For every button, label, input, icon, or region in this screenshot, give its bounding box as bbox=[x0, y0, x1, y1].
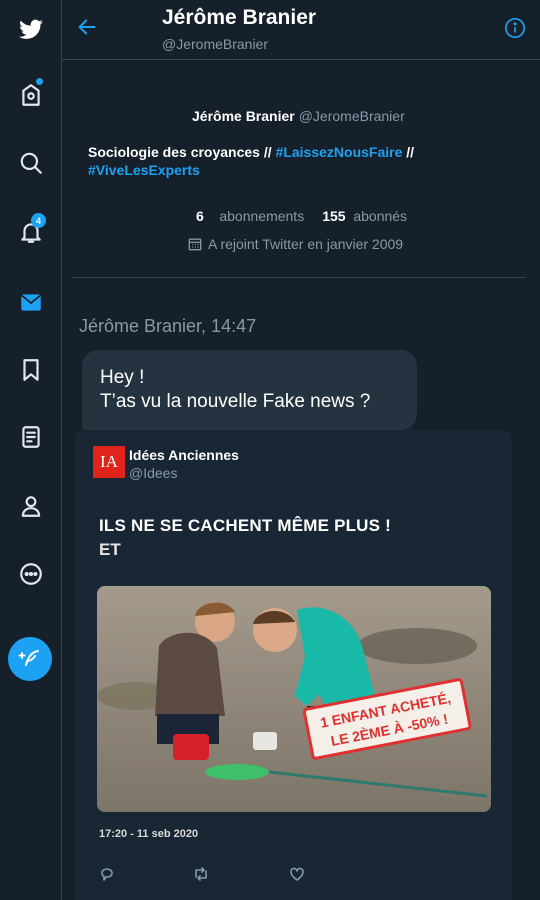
bookmark-icon[interactable] bbox=[0, 348, 62, 392]
compose-tweet-button[interactable] bbox=[8, 637, 52, 681]
shared-tweet-author[interactable]: Idées Anciennes bbox=[129, 447, 239, 463]
shared-tweet-card[interactable]: IA Idées Anciennes @Idees ILS NE SE CACH… bbox=[75, 430, 512, 900]
notification-count-badge: 4 bbox=[31, 213, 46, 228]
shared-tweet-timestamp: 17:20 - 11 seb 2020 bbox=[99, 828, 199, 840]
message-line: T’as vu la nouvelle Fake news ? bbox=[100, 391, 371, 412]
back-arrow-icon bbox=[78, 19, 96, 35]
message-sender-time: Jérôme Branier, 14:47 bbox=[79, 316, 257, 336]
sidebar-nav: 4 bbox=[0, 0, 62, 900]
followers-link[interactable]: 155 abonnés bbox=[322, 208, 407, 224]
shared-tweet-subtitle: ET bbox=[99, 540, 121, 559]
lists-icon[interactable] bbox=[0, 415, 62, 459]
conversation-panel: Jérôme Branier @JeromeBranier Jérôme Bra… bbox=[62, 0, 540, 900]
back-button[interactable] bbox=[76, 16, 104, 44]
following-link[interactable]: 6 abonnements bbox=[196, 208, 304, 224]
joined-text: A rejoint Twitter en janvier 2009 bbox=[208, 236, 404, 252]
following-count: 6 bbox=[196, 208, 204, 224]
followers-count: 155 bbox=[322, 208, 346, 224]
more-options-icon[interactable] bbox=[0, 552, 62, 596]
hashtag-link[interactable]: #ViveLesExperts bbox=[88, 162, 200, 178]
idees-anciennes-logo: IA bbox=[93, 446, 125, 478]
info-icon bbox=[505, 18, 525, 38]
calendar-icon bbox=[188, 238, 202, 251]
tweet-photo[interactable]: 1 ENFANT ACHETÉ, LE 2ÈME À -50% ! bbox=[97, 586, 491, 812]
messages-envelope-icon[interactable] bbox=[0, 280, 62, 324]
shared-tweet-title: ILS NE SE CACHENT MÊME PLUS ! bbox=[99, 516, 391, 535]
compose-feather-icon bbox=[18, 650, 39, 666]
retweet-button[interactable] bbox=[193, 866, 211, 884]
profile-bio: Sociologie des croyances // #LaissezNous… bbox=[88, 143, 488, 179]
hashtag-link[interactable]: #LaissezNousFaire bbox=[276, 144, 403, 160]
header-name: Jérôme Branier bbox=[162, 6, 317, 29]
divider bbox=[72, 277, 526, 278]
message-line: Hey ! bbox=[100, 367, 145, 388]
shared-tweet-handle: @Idees bbox=[129, 465, 178, 481]
twitter-logo-icon[interactable] bbox=[0, 8, 62, 52]
heart-icon bbox=[290, 867, 304, 881]
profile-icon[interactable] bbox=[0, 484, 62, 528]
conversation-info-button[interactable] bbox=[504, 17, 526, 39]
tweet-actions bbox=[99, 866, 499, 886]
following-label: abonnements bbox=[219, 208, 305, 224]
reply-icon bbox=[101, 868, 113, 881]
bio-text: Sociologie des croyances // bbox=[88, 144, 276, 160]
header-handle: @JeromeBranier bbox=[162, 36, 269, 52]
profile-stats: 6 abonnements 155 abonnés bbox=[196, 208, 407, 224]
like-button[interactable] bbox=[289, 866, 307, 884]
retweet-icon bbox=[195, 867, 207, 881]
reply-button[interactable] bbox=[99, 866, 117, 884]
conversation-header: Jérôme Branier @JeromeBranier bbox=[62, 0, 540, 60]
home-new-dot bbox=[36, 78, 43, 85]
search-icon[interactable] bbox=[0, 141, 62, 185]
message-bubble[interactable]: Hey ! T’as vu la nouvelle Fake news ? bbox=[82, 350, 417, 430]
bio-separator: // bbox=[402, 144, 415, 160]
home-icon[interactable] bbox=[0, 73, 62, 117]
joined-date: A rejoint Twitter en janvier 2009 bbox=[188, 236, 403, 252]
profile-name-line[interactable]: Jérôme Branier @JeromeBranier bbox=[192, 108, 405, 124]
notifications-bell-icon[interactable]: 4 bbox=[0, 210, 62, 254]
profile-handle: @JeromeBranier bbox=[298, 108, 405, 124]
followers-label: abonnés bbox=[353, 208, 408, 224]
profile-name: Jérôme Branier bbox=[192, 108, 295, 124]
